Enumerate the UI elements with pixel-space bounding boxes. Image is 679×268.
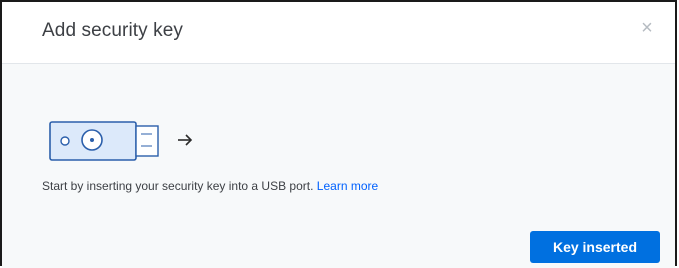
dialog-header: Add security key × xyxy=(2,2,675,64)
close-icon[interactable]: × xyxy=(637,18,657,38)
add-security-key-dialog: Add security key × Start by inserting yo… xyxy=(0,0,677,268)
instructions-description: Start by inserting your security key int… xyxy=(42,179,314,193)
learn-more-link[interactable]: Learn more xyxy=(317,179,378,193)
key-inserted-button[interactable]: Key inserted xyxy=(530,231,660,263)
instructions-text: Start by inserting your security key int… xyxy=(42,179,378,193)
usb-security-key-icon xyxy=(49,121,193,161)
dialog-title: Add security key xyxy=(42,20,183,41)
